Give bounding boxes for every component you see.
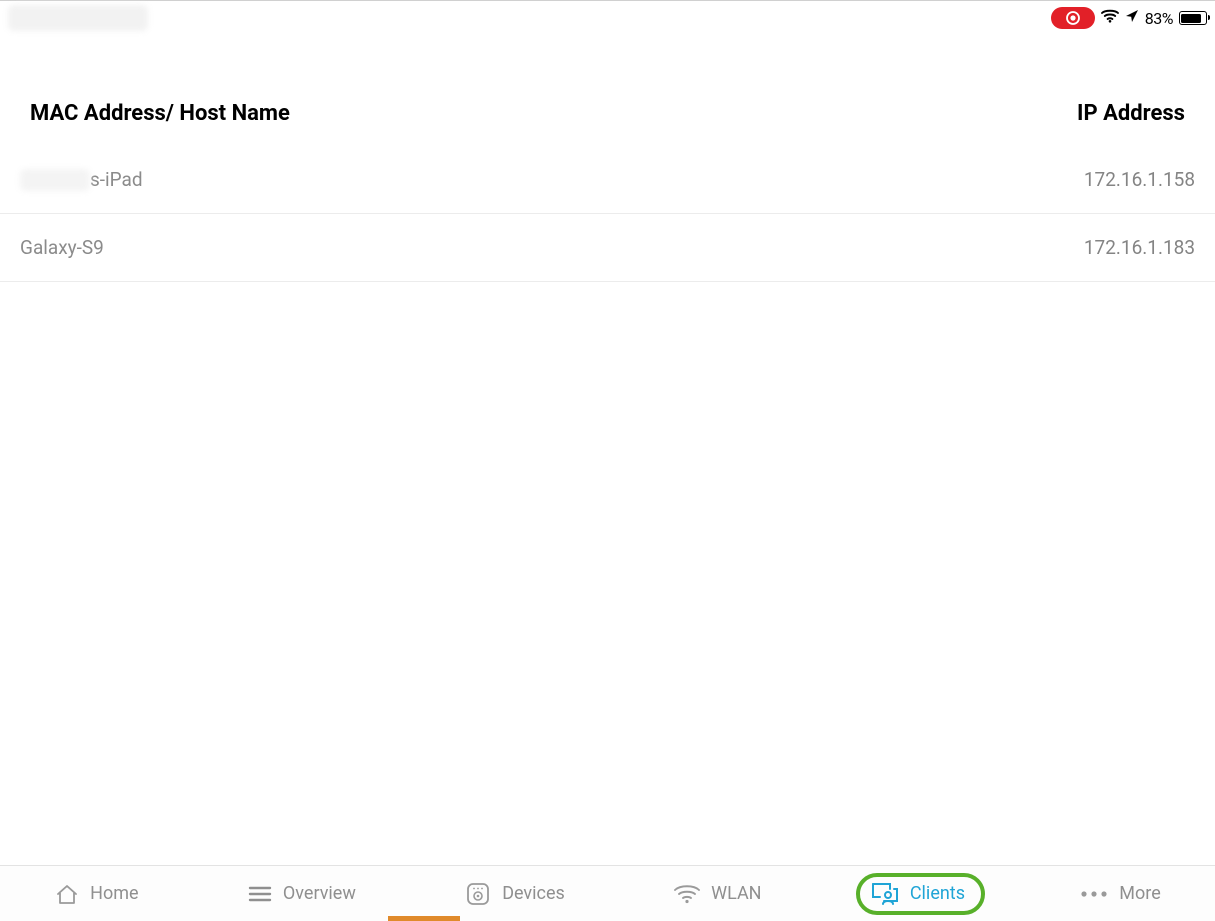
tab-label: Devices <box>502 883 565 904</box>
tab-label: Home <box>90 883 138 904</box>
tab-label: Clients <box>910 883 965 904</box>
battery-icon <box>1179 11 1207 25</box>
more-dots-icon <box>1079 889 1109 899</box>
tab-wlan[interactable]: WLAN <box>659 877 775 911</box>
tab-devices[interactable]: Devices <box>450 874 579 914</box>
client-ip: 172.16.1.158 <box>1084 168 1195 191</box>
client-row[interactable]: s-iPad 172.16.1.158 <box>0 146 1215 214</box>
bottom-accent-strip <box>388 916 460 921</box>
screen-recording-indicator <box>1051 7 1095 29</box>
client-row[interactable]: Galaxy-S9 172.16.1.183 <box>0 214 1215 282</box>
column-header-mac-host: MAC Address/ Host Name <box>30 101 290 126</box>
table-header: MAC Address/ Host Name IP Address <box>0 101 1215 144</box>
client-ip: 172.16.1.183 <box>1084 236 1195 259</box>
tab-label: Overview <box>283 883 356 904</box>
bottom-tab-bar: Home Overview Devices <box>0 865 1215 921</box>
tab-overview[interactable]: Overview <box>233 875 370 913</box>
tab-more[interactable]: More <box>1065 877 1174 910</box>
device-icon <box>464 880 492 908</box>
wifi-icon <box>673 883 701 905</box>
hostname-blurred-prefix <box>20 169 90 191</box>
battery-percent: 83% <box>1145 9 1173 28</box>
column-header-ip: IP Address <box>1077 101 1185 126</box>
carrier-time-blurred <box>8 5 148 31</box>
wifi-icon <box>1101 9 1119 27</box>
client-list: s-iPad 172.16.1.158 Galaxy-S9 172.16.1.1… <box>0 146 1215 282</box>
tab-label: More <box>1119 883 1160 904</box>
client-hostname: s-iPad <box>90 168 143 191</box>
status-bar: 83% <box>1051 7 1207 29</box>
clients-icon <box>870 881 900 907</box>
menu-lines-icon <box>247 881 273 907</box>
tab-clients[interactable]: Clients <box>870 881 965 907</box>
client-hostname: Galaxy-S9 <box>20 236 104 259</box>
location-icon <box>1125 9 1139 27</box>
tab-label: WLAN <box>711 883 761 904</box>
tab-clients-highlight: Clients <box>856 873 985 915</box>
tab-home[interactable]: Home <box>40 875 152 913</box>
home-icon <box>54 881 80 907</box>
